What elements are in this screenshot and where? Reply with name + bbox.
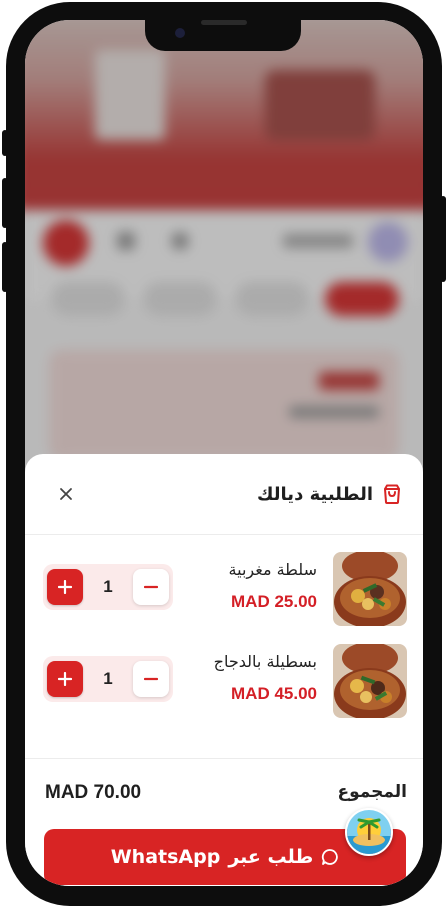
item-name: بسطيلة بالدجاج [213,652,317,671]
quantity-stepper: 1 [43,656,173,702]
cart-title: الطلبية ديالك [257,483,373,505]
decrease-button[interactable] [133,569,169,605]
minus-icon [144,677,158,681]
item-image [333,644,407,718]
earpiece [201,20,247,25]
cart-header: الطلبية ديالك [25,454,423,535]
item-name: سلطة مغربية [228,560,317,579]
shopping-bag-icon [384,484,400,504]
close-icon [60,488,72,500]
total-value: MAD 70.00 [45,782,142,803]
item-image [333,552,407,626]
cart-title-group: الطلبية ديالك [257,480,403,508]
front-camera [175,28,185,38]
item-quantity: 1 [103,669,113,688]
close-button[interactable] [53,481,79,507]
item-price: MAD 45.00 [231,684,317,703]
total-label: المجموع [337,782,407,802]
increase-button[interactable] [47,661,83,697]
item-price: MAD 25.00 [231,592,317,611]
increase-button[interactable] [47,569,83,605]
minus-icon [144,585,158,589]
item-quantity: 1 [103,577,113,596]
order-brand-label: WhatsApp [110,846,221,868]
order-button-label: طلب عبر [228,846,314,868]
floating-action-button[interactable] [345,808,393,856]
cart-item: سلطة مغربية MAD 25.00 1 [25,552,423,644]
notch [145,20,301,51]
cart-item: بسطيلة بالدجاج MAD 45.00 1 [25,644,423,736]
phone-screen: الطلبية ديالك سلطة مغربية MAD 25.00 1 بس… [25,20,423,886]
plus-icon [58,580,72,594]
island-icon [347,810,391,854]
decrease-button[interactable] [133,661,169,697]
quantity-stepper: 1 [43,564,173,610]
plus-icon [58,672,72,686]
divider [25,758,423,759]
chat-bubble-icon [322,849,339,865]
